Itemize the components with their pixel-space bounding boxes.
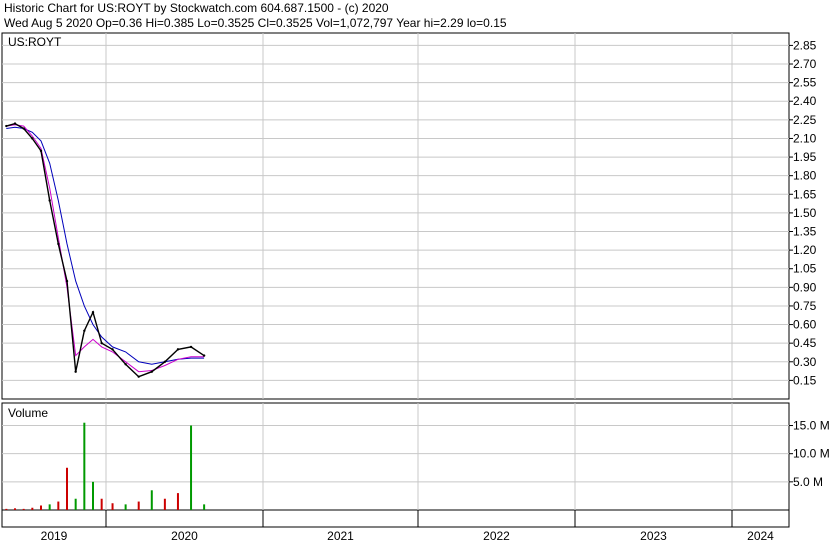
- volume-bar: [22, 508, 25, 510]
- price-point: [22, 127, 25, 130]
- price-tick-label: 0.15: [793, 373, 817, 387]
- volume-bar: [150, 490, 153, 510]
- price-point: [5, 124, 8, 128]
- volume-bar: [176, 493, 179, 510]
- price-tick-label: 0.60: [793, 318, 817, 332]
- price-tick-label: 1.20: [793, 243, 817, 257]
- year-label-2019: 2019: [41, 529, 68, 543]
- volume-bar: [40, 505, 42, 510]
- price-point: [100, 341, 103, 345]
- price-panel-frame: [1, 32, 790, 400]
- volume-bar: [190, 425, 193, 510]
- price-tick-label: 1.05: [793, 262, 817, 276]
- price-tick-label: 1.95: [793, 150, 817, 164]
- price-point: [176, 348, 180, 351]
- price-point: [137, 375, 140, 378]
- volume-bar: [92, 481, 94, 510]
- year-axis-frame: [1, 509, 790, 528]
- price-tick-label: 2.25: [793, 113, 817, 127]
- volume-bar: [124, 504, 127, 510]
- year-label-2021: 2021: [327, 529, 354, 543]
- stock-chart: 2019 2020 2021 2022 2023 2024 2.85 2.70 2.55 2.40…: [1, 32, 830, 543]
- price-tick-label: 2.55: [793, 76, 817, 90]
- year-label-2022: 2022: [483, 529, 510, 543]
- price-tick-label: 2.70: [793, 57, 817, 71]
- volume-panel-label: Volume: [8, 406, 48, 420]
- price-point: [83, 329, 86, 332]
- price-point: [31, 137, 34, 140]
- volume-bar: [57, 501, 60, 510]
- price-point: [202, 354, 206, 357]
- year-label-2020: 2020: [171, 529, 198, 543]
- price-tick-label: 1.65: [793, 187, 817, 201]
- price-tick-label: 0.75: [793, 299, 817, 313]
- volume-bar: [203, 504, 206, 510]
- volume-bar: [5, 508, 8, 510]
- volume-panel-frame: [1, 402, 790, 511]
- volume-bar: [74, 498, 77, 510]
- volume-tick-label: 15.0 M: [793, 419, 830, 433]
- volume-bar: [100, 498, 103, 510]
- price-tick-label: 1.35: [793, 225, 817, 239]
- price-point: [48, 199, 51, 202]
- price-point: [13, 122, 17, 125]
- volume-bar: [48, 504, 51, 510]
- series-long-ma: [6, 126, 205, 365]
- price-point: [111, 348, 114, 351]
- volume-bar: [163, 498, 166, 510]
- price-panel-label: US:ROYT: [8, 35, 62, 49]
- price-tick-label: 2.40: [793, 94, 817, 108]
- price-tick-label: 2.85: [793, 38, 817, 52]
- price-tick-label: 1.50: [793, 206, 817, 220]
- price-point: [150, 370, 153, 373]
- volume-tick-label: 5.0 M: [793, 475, 823, 489]
- price-tick-label: 1.80: [793, 169, 817, 183]
- price-point: [57, 242, 60, 246]
- price-point: [74, 370, 77, 373]
- volume-bar: [31, 507, 34, 510]
- price-point: [39, 149, 43, 153]
- price-point: [91, 310, 95, 314]
- year-label-2023: 2023: [640, 529, 667, 543]
- volume-bar: [111, 503, 114, 510]
- series-short-ma: [6, 124, 205, 373]
- volume-bar: [66, 467, 68, 510]
- price-tick-label: 0.90: [793, 280, 817, 294]
- volume-tick-label: 10.0 M: [793, 447, 830, 461]
- year-label-2024: 2024: [747, 529, 774, 543]
- price-tick-label: 0.45: [793, 336, 817, 350]
- volume-bar: [137, 501, 140, 510]
- volume-bar: [83, 422, 86, 510]
- price-point: [163, 360, 167, 363]
- price-point: [65, 279, 69, 283]
- price-tick-label: 2.10: [793, 131, 817, 145]
- price-point: [124, 363, 127, 366]
- price-tick-label: 0.30: [793, 355, 817, 369]
- volume-bar: [14, 508, 16, 510]
- price-point: [189, 345, 193, 349]
